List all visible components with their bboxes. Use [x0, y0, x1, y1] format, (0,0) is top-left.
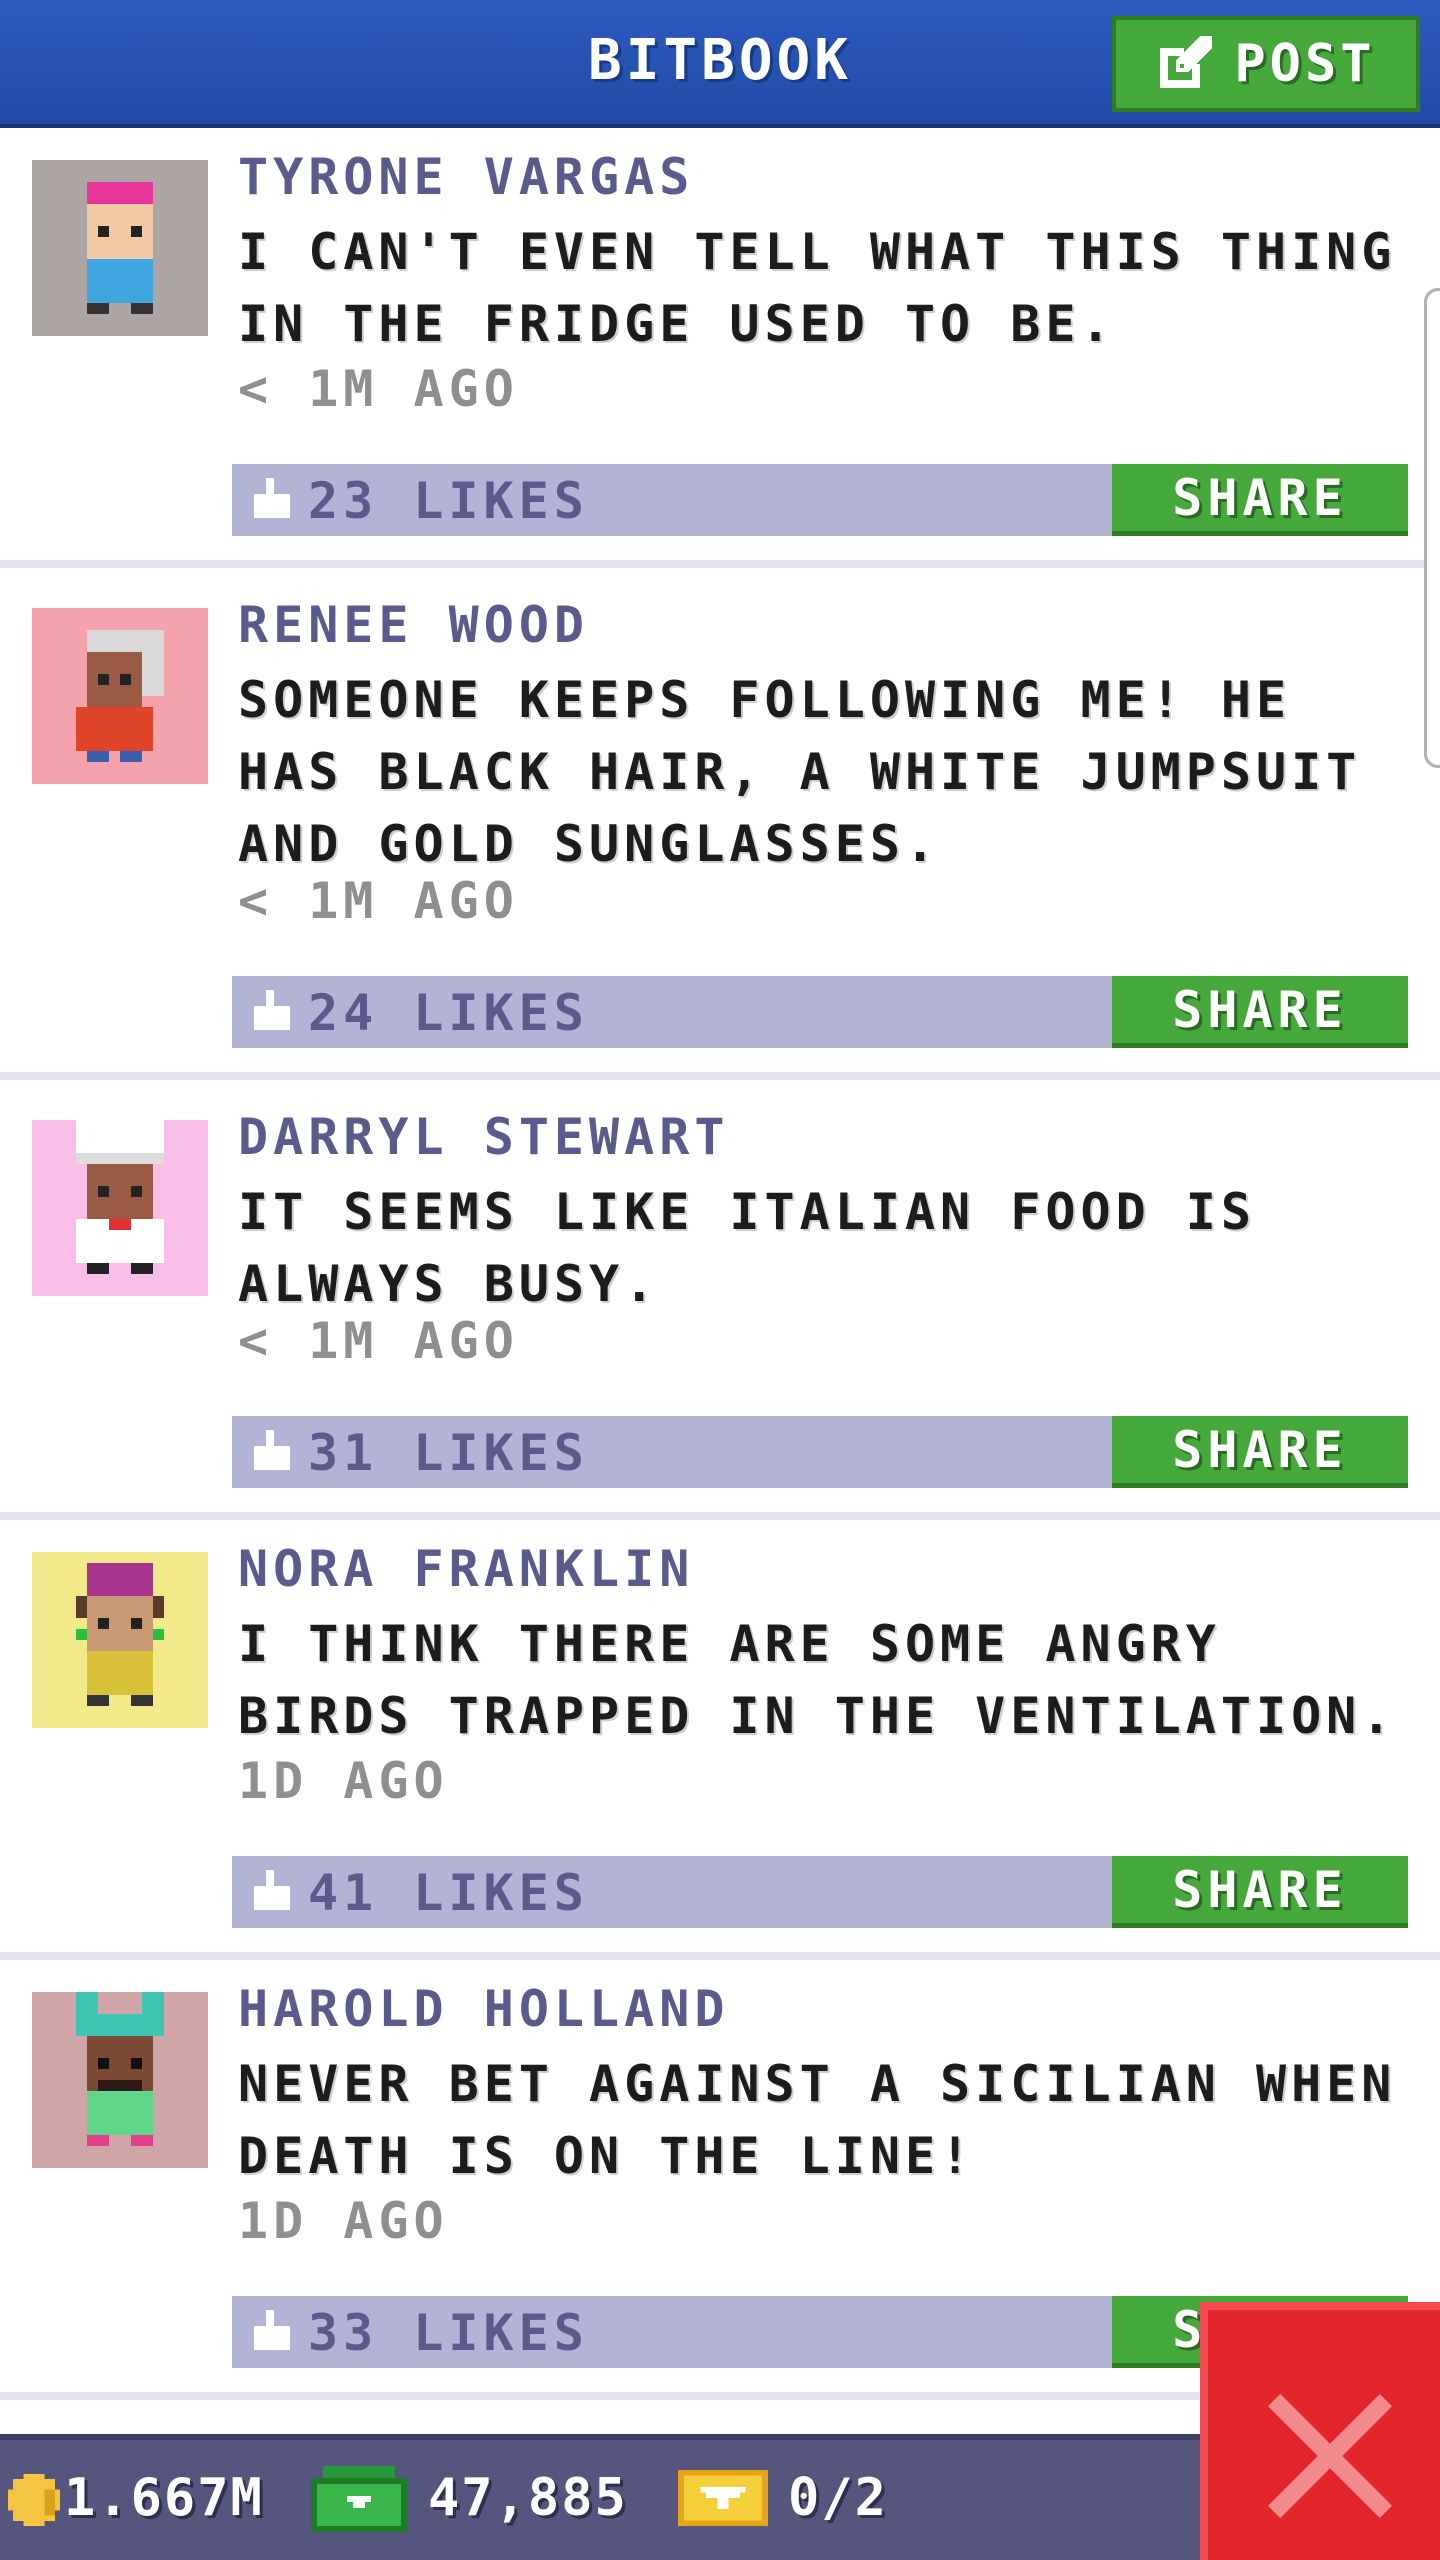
likes-count: 23 LIKES: [308, 472, 589, 530]
likes-bar: 24 LIKES SHARE: [232, 976, 1408, 1048]
avatar[interactable]: [32, 608, 208, 784]
share-button[interactable]: SHARE: [1112, 1416, 1408, 1488]
likes-bar: 41 LIKES SHARE: [232, 1856, 1408, 1928]
post-author[interactable]: TYRONE VARGAS: [238, 148, 694, 206]
post-time: < 1M AGO: [238, 1312, 519, 1370]
post-author[interactable]: HAROLD HOLLAND: [238, 1980, 729, 2038]
post-time: < 1M AGO: [238, 360, 519, 418]
likes-bar: 31 LIKES SHARE: [232, 1416, 1408, 1488]
thumbs-up-icon[interactable]: [250, 990, 294, 1034]
post-item: RENEE WOOD SOMEONE KEEPS FOLLOWING ME! H…: [0, 568, 1440, 1080]
bux-icon: [311, 2466, 407, 2532]
avatar[interactable]: [32, 1552, 208, 1728]
likes-count: 41 LIKES: [308, 1864, 589, 1922]
edit-icon: [1160, 36, 1213, 88]
post-time: < 1M AGO: [238, 872, 519, 930]
post-item: NORA FRANKLIN I THINK THERE ARE SOME ANG…: [0, 1520, 1440, 1960]
post-author[interactable]: NORA FRANKLIN: [238, 1540, 694, 1598]
post-button-label: POST: [1234, 34, 1376, 94]
thumbs-up-icon[interactable]: [250, 478, 294, 522]
header-bar: BITBOOK POST: [0, 0, 1440, 128]
post-message: NEVER BET AGAINST A SICILIAN WHEN DEATH …: [238, 2055, 1397, 2185]
post-time: 1D AGO: [238, 2192, 449, 2250]
post-author[interactable]: RENEE WOOD: [238, 596, 589, 654]
avatar-sprite: [32, 608, 208, 784]
thumbs-up-icon[interactable]: [250, 1870, 294, 1914]
close-icon: [1268, 2394, 1392, 2518]
share-button[interactable]: SHARE: [1112, 464, 1408, 536]
post-message: SOMEONE KEEPS FOLLOWING ME! HE HAS BLACK…: [238, 671, 1362, 873]
divider: [0, 1952, 1440, 1960]
bux-value: 47,885: [428, 2468, 628, 2528]
tickets-value: 0/2: [788, 2468, 888, 2528]
post-message: I CAN'T EVEN TELL WHAT THIS THING IN THE…: [238, 223, 1397, 353]
share-button[interactable]: SHARE: [1112, 1856, 1408, 1928]
thumbs-up-icon[interactable]: [250, 2310, 294, 2354]
scrollbar[interactable]: [1424, 288, 1440, 768]
avatar[interactable]: [32, 160, 208, 336]
bitbook-screen: BITBOOK POST TYRONE VARGAS I CAN'T EVEN …: [0, 0, 1440, 2560]
avatar[interactable]: [32, 1992, 208, 2168]
post-author[interactable]: DARRYL STEWART: [238, 1108, 729, 1166]
likes-count: 33 LIKES: [308, 2304, 589, 2362]
avatar-sprite: [32, 1992, 208, 2168]
post-item: TYRONE VARGAS I CAN'T EVEN TELL WHAT THI…: [0, 128, 1440, 568]
avatar-sprite: [32, 1552, 208, 1728]
post-item: DARRYL STEWART IT SEEMS LIKE ITALIAN FOO…: [0, 1080, 1440, 1520]
post-button[interactable]: POST: [1112, 16, 1420, 112]
post-message: IT SEEMS LIKE ITALIAN FOOD IS ALWAYS BUS…: [238, 1183, 1256, 1313]
coins-value: 1.667M: [64, 2468, 264, 2528]
avatar-sprite: [32, 1120, 208, 1296]
coin-icon: [8, 2474, 60, 2526]
likes-bar: 23 LIKES SHARE: [232, 464, 1408, 536]
post-message: I THINK THERE ARE SOME ANGRY BIRDS TRAPP…: [238, 1615, 1397, 1745]
likes-count: 31 LIKES: [308, 1424, 589, 1482]
golden-ticket-icon: [678, 2470, 768, 2526]
avatar[interactable]: [32, 1120, 208, 1296]
likes-count: 24 LIKES: [308, 984, 589, 1042]
close-button[interactable]: [1200, 2302, 1440, 2560]
divider: [0, 560, 1440, 568]
thumbs-up-icon[interactable]: [250, 1430, 294, 1474]
divider: [0, 1072, 1440, 1080]
divider: [0, 1512, 1440, 1520]
post-time: 1D AGO: [238, 1752, 449, 1810]
share-button[interactable]: SHARE: [1112, 976, 1408, 1048]
avatar-sprite: [32, 160, 208, 336]
